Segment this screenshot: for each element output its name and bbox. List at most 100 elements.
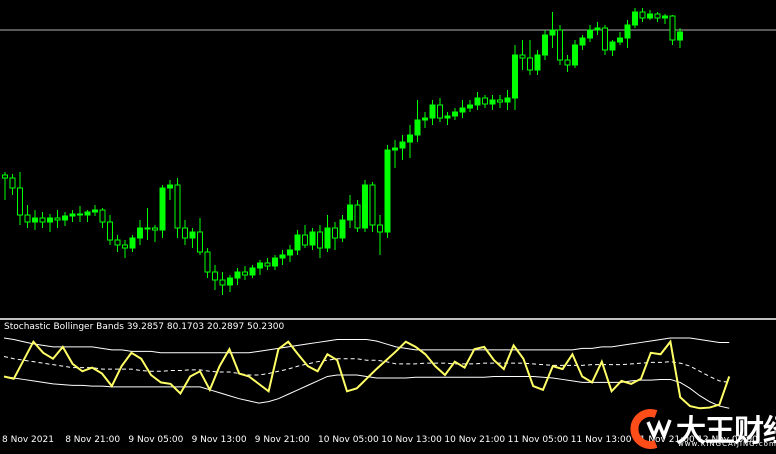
time-axis-label: 8 Nov 2021 [2,435,54,445]
candle-bear [639,11,646,19]
candle-bull [92,209,98,213]
candle-bull [69,213,76,217]
candle-bear [654,13,661,19]
candle-bull [47,217,53,223]
time-axis-label: 11 Nov 05:00 [507,435,569,445]
candle-bull [189,231,196,239]
time-axis-label: 10 Nov 21:00 [444,435,506,445]
candle-bull [137,227,143,239]
watermark-logo: 大王财经 www.KINGCAIJING.com [626,408,776,450]
candle-bear [99,209,106,223]
candle-bull [609,41,616,51]
candle-bear [182,227,188,239]
candle-bull [384,149,391,233]
candle-bear [437,104,443,119]
candle-bull [617,37,623,43]
candle-bull [444,115,451,119]
time-axis-label: 9 Nov 13:00 [191,435,247,445]
candle-bull [287,249,293,256]
candle-bull [429,104,436,119]
candle-bear [54,217,61,221]
candle-bull [279,254,286,259]
candle-bull [227,277,233,286]
candle-bull [167,184,173,189]
candle-bull [512,54,518,99]
candle-bear [107,221,113,241]
candle-bear [24,214,31,223]
candle-bull [534,54,541,71]
candle-bear [77,213,83,216]
candle-bear [264,262,271,267]
candle-bull [474,97,481,106]
candle-bear [122,244,128,249]
candle-bear [519,54,526,59]
candle-bull [272,257,278,267]
candle-bull [579,37,586,46]
candle-bear [557,29,563,61]
candle-bear [602,27,608,51]
candle-bear [204,251,211,273]
candle-bear [564,59,571,66]
candle-bull [414,119,421,136]
candle-bear [302,234,308,246]
candle-bull [504,97,511,103]
candle-bear [317,231,323,249]
candle-bull [647,13,653,19]
candle-bull [129,237,136,249]
candle-bull [677,31,683,41]
candle-bull [624,24,631,39]
time-axis-label: 9 Nov 21:00 [254,435,310,445]
candle-bull [542,34,548,56]
candle-bear [377,224,383,233]
candle-bull [407,134,413,143]
candle-bull [347,204,353,221]
indicator-legend: Stochastic Bollinger Bands 39.2857 80.17… [4,322,284,332]
indicator-values: 39.2857 80.1703 20.2897 50.2300 [126,322,285,332]
candle-bull [489,99,496,105]
time-axis-label: 10 Nov 05:00 [318,435,379,445]
candle-bear [219,279,226,286]
candle-bull [399,141,406,149]
logo-subtext: www.KINGCAIJING.com [678,440,776,448]
candle-bear [669,15,676,41]
candle-bull [339,219,346,239]
candle-bull [662,15,668,19]
price-chart[interactable] [0,0,776,451]
time-axis-label: 8 Nov 21:00 [65,435,121,445]
candle-bear [39,217,46,223]
candle-bear [114,239,121,246]
candle-bear [144,227,151,230]
indicator-name: Stochastic Bollinger Bands [4,322,124,332]
time-axis-label: 10 Nov 13:00 [381,435,442,445]
candle-bull [249,267,256,276]
candle-bull [159,187,166,231]
candle-bull [84,211,91,216]
candle-bull [632,11,638,26]
candle-bear [9,177,16,189]
candle-bull [572,44,578,66]
candle-bull [422,117,428,121]
candle-bear [174,184,181,229]
candle-bear [242,271,248,276]
candle-bear [369,184,376,226]
candle-bull [587,29,593,39]
candle-bull [294,234,301,251]
candle-bear [482,97,488,105]
candle-bull [324,227,331,249]
candle-bull [459,107,466,113]
candle-bear [197,231,203,253]
candle-bull [392,147,398,151]
candle-bear [332,227,338,239]
candle-bear [17,187,23,216]
candle-bear [212,271,218,281]
candle-bear [2,174,8,179]
time-axis-label: 9 Nov 05:00 [128,435,184,445]
candle-bear [527,57,533,71]
candle-bull [549,29,556,36]
candle-bull [452,111,458,117]
candle-bear [152,227,158,231]
candle-bull [467,104,473,109]
time-axis-label: 11 Nov 13:00 [570,435,632,445]
candle-bull [309,231,316,246]
candle-bear [354,204,361,229]
